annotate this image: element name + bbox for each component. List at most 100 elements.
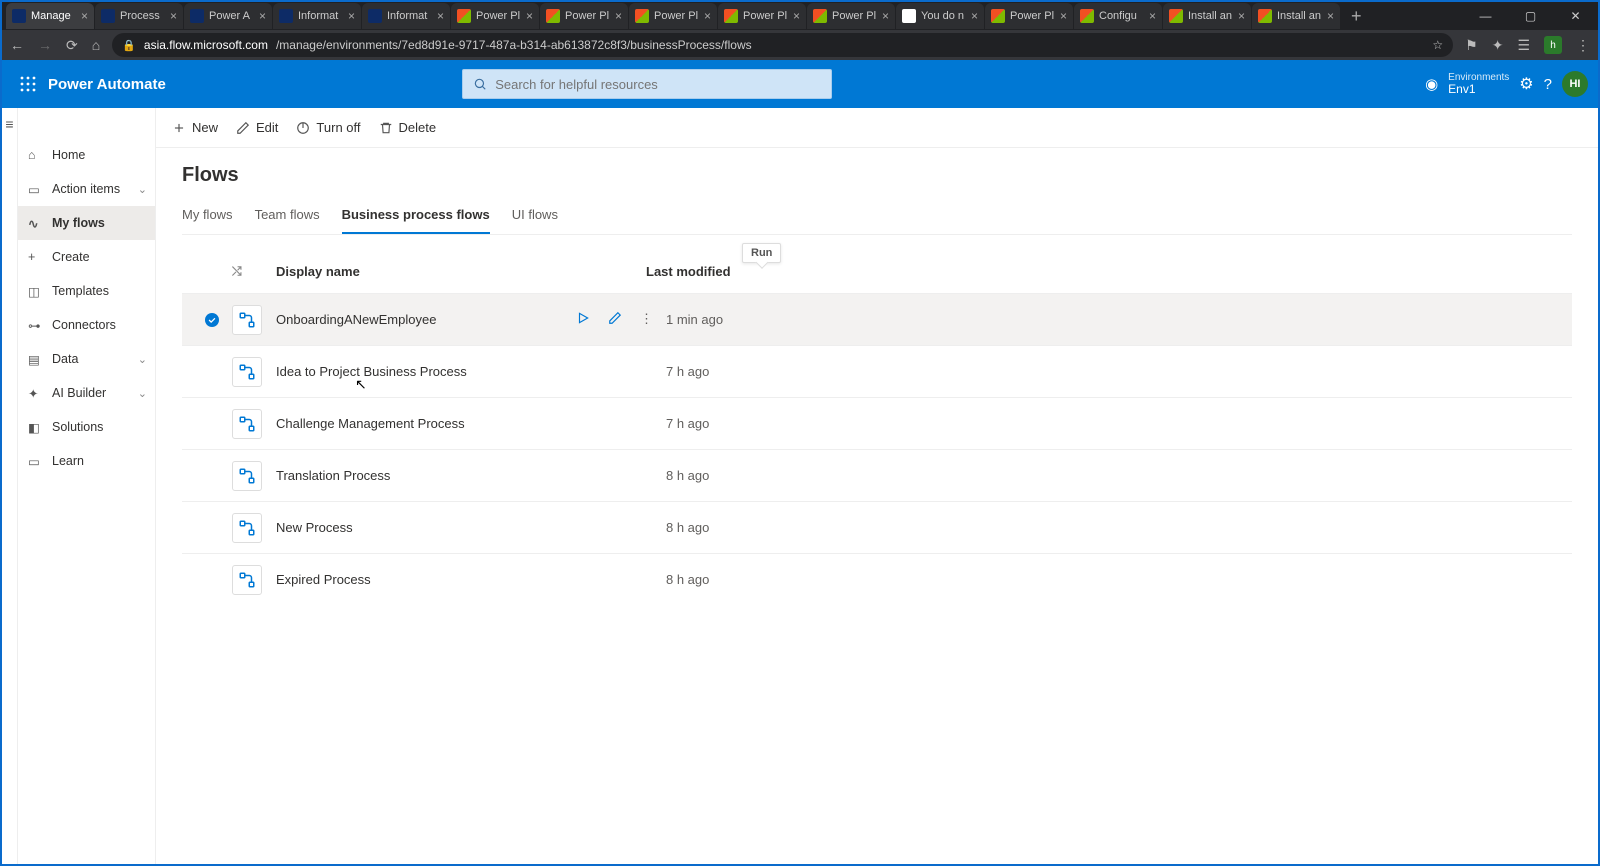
pivot-my-flows[interactable]: My flows — [182, 201, 233, 234]
row-checkbox-checked[interactable] — [205, 313, 219, 327]
favicon — [1169, 9, 1183, 23]
browser-tab[interactable]: Power Pl× — [540, 3, 628, 29]
home-icon: ⌂ — [28, 148, 42, 162]
close-tab-icon[interactable]: × — [615, 9, 622, 23]
more-icon[interactable]: ⋮ — [640, 311, 653, 328]
nav-item-home[interactable]: ⌂Home — [18, 138, 155, 172]
close-tab-icon[interactable]: × — [971, 9, 978, 23]
browser-tab[interactable]: Power Pl× — [718, 3, 806, 29]
close-tab-icon[interactable]: × — [1238, 9, 1245, 23]
close-tab-icon[interactable]: × — [526, 9, 533, 23]
nav-item-create[interactable]: +Create — [18, 240, 155, 274]
settings-icon[interactable]: ⚙ — [1519, 74, 1533, 94]
turnoff-button[interactable]: Turn off — [296, 120, 360, 135]
environment-icon[interactable]: ◉ — [1425, 75, 1438, 93]
nav-item-templates[interactable]: ◫Templates — [18, 274, 155, 308]
flow-row[interactable]: New Process8 h ago — [182, 501, 1572, 553]
left-nav: ⌂Home▭Action items⌄∿My flows+Create◫Temp… — [18, 108, 156, 864]
puzzle-icon[interactable]: ✦ — [1492, 37, 1504, 54]
run-icon[interactable] — [576, 311, 590, 328]
clipboard-icon: ▭ — [28, 182, 42, 196]
flow-row[interactable]: Translation Process8 h ago — [182, 449, 1572, 501]
browser-tab[interactable]: Install an× — [1252, 3, 1340, 29]
profile-button[interactable]: h — [1544, 36, 1562, 54]
edit-button[interactable]: Edit — [236, 120, 278, 135]
browser-tab[interactable]: Manage× — [6, 3, 94, 29]
app-launcher-icon[interactable] — [12, 68, 44, 100]
flow-row[interactable]: OnboardingANewEmployee⋮1 min ago — [182, 293, 1572, 345]
close-tab-icon[interactable]: × — [704, 9, 711, 23]
flow-name: OnboardingANewEmployee — [276, 312, 576, 327]
chrome-menu-icon[interactable]: ⋮ — [1576, 37, 1590, 54]
address-bar[interactable]: 🔒 asia.flow.microsoft.com/manage/environ… — [112, 33, 1453, 57]
browser-tab[interactable]: Power Pl× — [629, 3, 717, 29]
delete-button[interactable]: Delete — [379, 120, 437, 135]
browser-tab[interactable]: You do n× — [896, 3, 984, 29]
close-tab-icon[interactable]: × — [348, 9, 355, 23]
bookmark-icon[interactable]: ☆ — [1432, 38, 1443, 52]
browser-tab[interactable]: Informat × — [362, 3, 450, 29]
turnoff-label: Turn off — [316, 120, 360, 135]
browser-tab[interactable]: Power Pl × — [807, 3, 895, 29]
tab-label: Informat — [387, 10, 432, 22]
column-display-name[interactable]: Display name — [276, 264, 646, 279]
sort-icon[interactable]: ⤭ — [232, 264, 276, 279]
app-header: Power Automate ◉ Environments Env1 ⚙ ? H… — [2, 60, 1598, 108]
browser-tab[interactable]: Install an× — [1163, 3, 1251, 29]
close-tab-icon[interactable]: × — [81, 9, 88, 23]
nav-item-learn[interactable]: ▭Learn — [18, 444, 155, 478]
minimize-button[interactable]: — — [1463, 2, 1508, 30]
flow-row[interactable]: Challenge Management Process7 h ago — [182, 397, 1572, 449]
browser-tab[interactable]: Power A× — [184, 3, 272, 29]
search-icon — [473, 77, 487, 91]
flow-row[interactable]: Expired Process8 h ago — [182, 553, 1572, 605]
search-input[interactable] — [495, 77, 821, 92]
edit-icon[interactable] — [608, 311, 622, 328]
tab-label: Power Pl — [832, 10, 877, 22]
browser-tab[interactable]: Informat× — [273, 3, 361, 29]
close-tab-icon[interactable]: × — [1149, 9, 1156, 23]
close-tab-icon[interactable]: × — [1327, 9, 1334, 23]
browser-tab[interactable]: Configu× — [1074, 3, 1162, 29]
nav-item-solutions[interactable]: ◧Solutions — [18, 410, 155, 444]
close-tab-icon[interactable]: × — [793, 9, 800, 23]
close-tab-icon[interactable]: × — [259, 9, 266, 23]
nav-item-action-items[interactable]: ▭Action items⌄ — [18, 172, 155, 206]
home-button[interactable]: ⌂ — [92, 37, 100, 53]
environment-picker[interactable]: Environments Env1 — [1448, 72, 1509, 96]
new-tab-button[interactable]: + — [1341, 6, 1372, 27]
close-tab-icon[interactable]: × — [437, 9, 444, 23]
back-button[interactable]: ← — [10, 37, 24, 53]
nav-item-my-flows[interactable]: ∿My flows — [18, 206, 155, 240]
close-tab-icon[interactable]: × — [882, 9, 889, 23]
flow-row[interactable]: Idea to Project Business Process7 h ago — [182, 345, 1572, 397]
extensions-icon[interactable]: ⚑ — [1465, 37, 1478, 54]
flow-modified: 7 h ago — [666, 364, 709, 379]
reload-button[interactable]: ⟳ — [66, 37, 78, 54]
collapse-nav-icon[interactable]: ≡ — [5, 116, 13, 864]
pivot-ui-flows[interactable]: UI flows — [512, 201, 558, 234]
search-box[interactable] — [462, 69, 832, 99]
flow-name: Challenge Management Process — [276, 416, 576, 431]
new-button[interactable]: New — [172, 120, 218, 135]
help-icon[interactable]: ? — [1544, 76, 1552, 93]
nav-label: My flows — [52, 216, 105, 230]
close-tab-icon[interactable]: × — [1060, 9, 1067, 23]
browser-tab[interactable]: Process× — [95, 3, 183, 29]
close-tab-icon[interactable]: × — [170, 9, 177, 23]
pivot-team-flows[interactable]: Team flows — [255, 201, 320, 234]
column-last-modified[interactable]: Last modified — [646, 264, 731, 279]
favicon — [457, 9, 471, 23]
browser-tab[interactable]: Power Pl× — [985, 3, 1073, 29]
maximize-button[interactable]: ▢ — [1508, 2, 1553, 30]
browser-tab[interactable]: Power Pl× — [451, 3, 539, 29]
reading-list-icon[interactable]: ☰ — [1517, 37, 1530, 54]
url-host: asia.flow.microsoft.com — [144, 38, 268, 52]
nav-item-data[interactable]: ▤Data⌄ — [18, 342, 155, 376]
nav-item-ai-builder[interactable]: ✦AI Builder⌄ — [18, 376, 155, 410]
pivot-business-process-flows[interactable]: Business process flows — [342, 201, 490, 234]
nav-item-connectors[interactable]: ⊶Connectors — [18, 308, 155, 342]
user-avatar[interactable]: HI — [1562, 71, 1588, 97]
forward-button[interactable]: → — [38, 37, 52, 53]
close-window-button[interactable]: ✕ — [1553, 2, 1598, 30]
